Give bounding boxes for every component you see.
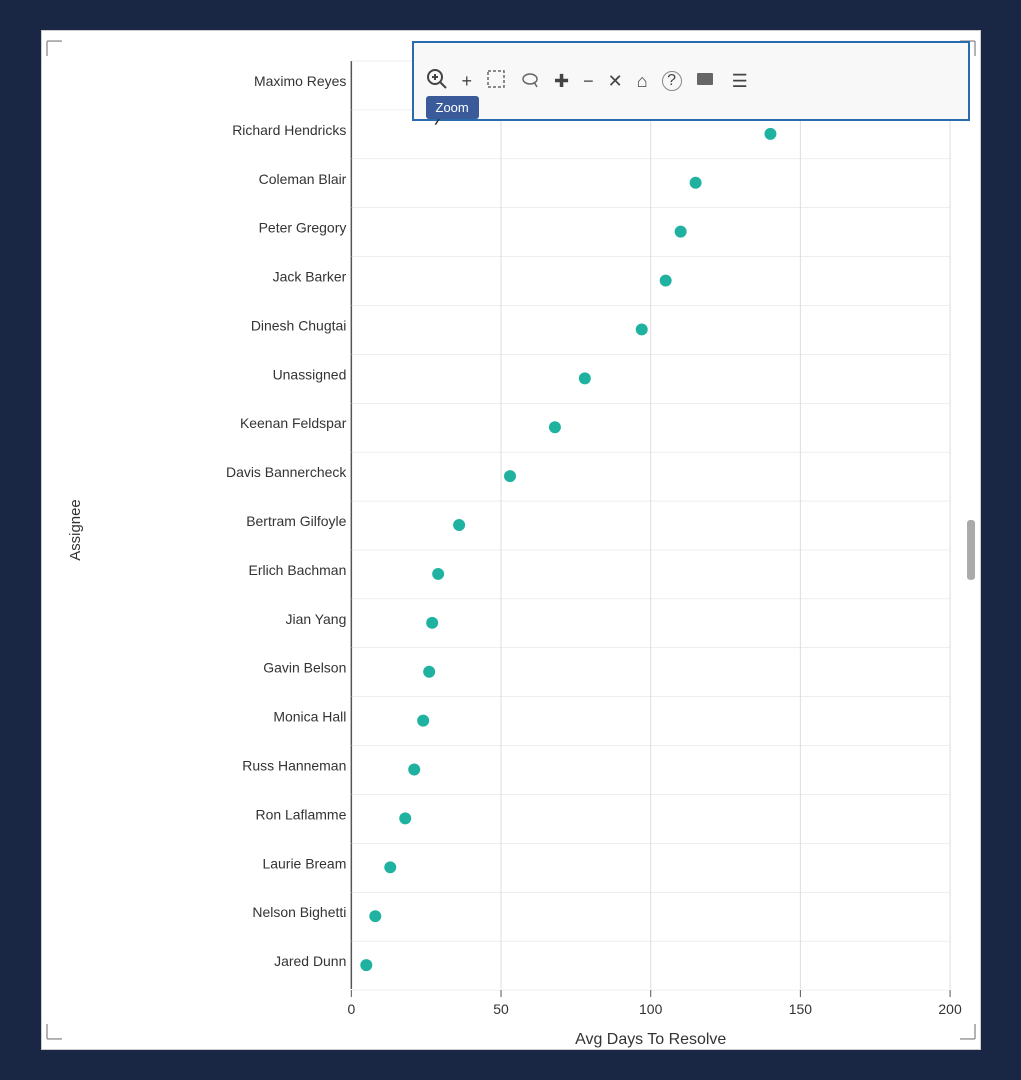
add-icon[interactable]: +: [462, 71, 473, 92]
svg-text:Davis Bannercheck: Davis Bannercheck: [225, 464, 345, 480]
data-point-gavin[interactable]: [423, 666, 435, 678]
data-point-unassigned[interactable]: [578, 372, 590, 384]
svg-text:Bertram Gilfoyle: Bertram Gilfoyle: [246, 513, 346, 529]
data-point-russ[interactable]: [408, 764, 420, 776]
data-point-monica[interactable]: [417, 715, 429, 727]
data-point-nelson[interactable]: [369, 910, 381, 922]
zoom-tooltip: Zoom: [426, 96, 479, 119]
svg-text:Dinesh Chugtai: Dinesh Chugtai: [250, 317, 346, 333]
svg-text:Jared Dunn: Jared Dunn: [274, 953, 346, 969]
data-point-jack[interactable]: [659, 275, 671, 287]
svg-text:100: 100: [639, 1001, 663, 1017]
svg-text:Keenan Feldspar: Keenan Feldspar: [239, 415, 346, 431]
svg-text:Peter Gregory: Peter Gregory: [258, 220, 346, 236]
data-point-keenan[interactable]: [548, 421, 560, 433]
svg-text:Russ Hanneman: Russ Hanneman: [242, 758, 346, 774]
data-point-dinesh[interactable]: [635, 323, 647, 335]
svg-text:200: 200: [938, 1001, 962, 1017]
svg-text:Richard Hendricks: Richard Hendricks: [232, 122, 346, 138]
data-point-davis[interactable]: [504, 470, 516, 482]
times-icon[interactable]: ✕: [608, 71, 623, 92]
data-point-coleman[interactable]: [689, 177, 701, 189]
svg-text:0: 0: [347, 1001, 355, 1017]
home-icon[interactable]: ⌂: [637, 71, 648, 92]
svg-text:150: 150: [788, 1001, 812, 1017]
data-point-jian[interactable]: [426, 617, 438, 629]
lasso-icon[interactable]: [520, 69, 540, 94]
crosshair-icon[interactable]: ✚: [554, 71, 569, 92]
question-icon[interactable]: ?: [662, 71, 682, 91]
data-point-richard[interactable]: [764, 128, 776, 140]
data-point-peter[interactable]: [674, 226, 686, 238]
svg-text:Avg Days To Resolve: Avg Days To Resolve: [575, 1031, 726, 1048]
selection-icon[interactable]: [486, 69, 506, 94]
minus-icon[interactable]: −: [583, 71, 594, 92]
svg-text:Monica Hall: Monica Hall: [273, 709, 346, 725]
data-point-jared[interactable]: [360, 959, 372, 971]
data-point-laurie[interactable]: [384, 861, 396, 873]
svg-text:Gavin Belson: Gavin Belson: [263, 660, 346, 676]
data-point-erlich[interactable]: [432, 568, 444, 580]
data-point-bertram[interactable]: [453, 519, 465, 531]
svg-text:Erlich Bachman: Erlich Bachman: [248, 562, 346, 578]
menu-icon[interactable]: ☰: [732, 71, 748, 92]
tag-icon[interactable]: [696, 70, 718, 93]
chart-container: Zoom 〉 + ✚ − ✕ ⌂ ? ☰: [41, 30, 981, 1050]
toolbar: Zoom 〉 + ✚ − ✕ ⌂ ? ☰: [412, 41, 970, 121]
svg-text:50: 50: [493, 1001, 509, 1017]
data-point-ron[interactable]: [399, 812, 411, 824]
chart-area: /* computed row positions will be done v…: [42, 31, 980, 1049]
svg-text:Maximo Reyes: Maximo Reyes: [253, 73, 345, 89]
zoom-icon[interactable]: Zoom 〉: [426, 68, 448, 95]
svg-text:Jack Barker: Jack Barker: [272, 269, 346, 285]
svg-text:Assignee: Assignee: [66, 499, 83, 561]
svg-text:Laurie Bream: Laurie Bream: [262, 855, 346, 871]
svg-text:Ron Laflamme: Ron Laflamme: [255, 806, 346, 822]
svg-text:Jian Yang: Jian Yang: [285, 611, 346, 627]
svg-text:Nelson Bighetti: Nelson Bighetti: [252, 904, 346, 920]
svg-text:Unassigned: Unassigned: [272, 366, 346, 382]
svg-text:Coleman Blair: Coleman Blair: [258, 171, 346, 187]
